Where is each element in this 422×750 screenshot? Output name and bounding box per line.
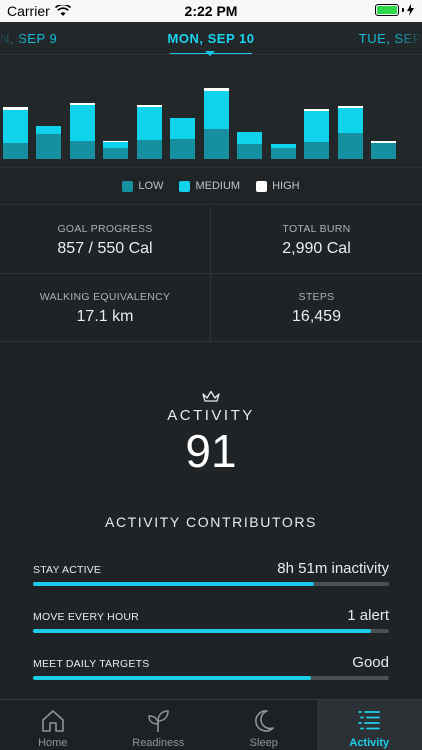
contributor-progress-track xyxy=(33,582,389,586)
contributor-progress-fill xyxy=(33,676,311,680)
chart-legend: LOW MEDIUM HIGH xyxy=(0,167,422,205)
chart-bar xyxy=(371,141,397,159)
chart-bar-segment-low xyxy=(36,134,62,159)
chart-bar-segment-medium xyxy=(304,111,330,142)
contributor-label: MOVE EVERY HOUR xyxy=(33,611,139,623)
tab-home[interactable]: Home xyxy=(0,700,106,750)
tab-sleep-label: Sleep xyxy=(249,737,278,749)
contributor-progress-track xyxy=(33,629,389,633)
chart-bar-segment-low xyxy=(3,143,28,159)
contributor-stay-active[interactable]: STAY ACTIVE 8h 51m inactivity xyxy=(33,556,389,586)
chart-bar xyxy=(3,107,28,159)
chart-bar xyxy=(136,105,162,159)
legend-low-swatch xyxy=(122,180,134,192)
chart-bar-segment-low xyxy=(237,144,263,159)
chart-bar xyxy=(69,103,95,159)
tab-readiness-label: Readiness xyxy=(132,737,185,749)
walking-equivalency-stat: WALKING EQUIVALENCY 17.1 km xyxy=(0,274,211,342)
chart-bar-segment-medium xyxy=(136,107,162,140)
chart-bar-segment-medium xyxy=(203,91,229,129)
chart-bar-segment-medium xyxy=(337,108,363,133)
contributor-value: Good xyxy=(352,654,389,671)
moon-icon xyxy=(254,710,274,732)
legend-medium-swatch xyxy=(179,180,191,192)
chart-bar-segment-medium xyxy=(237,132,263,144)
chart-bar xyxy=(36,126,62,159)
activity-list-icon xyxy=(358,711,381,730)
goal-progress-value: 857 / 550 Cal xyxy=(57,240,153,257)
total-burn-value: 2,990 Cal xyxy=(282,240,351,257)
chart-bar xyxy=(270,144,296,159)
activity-score: 91 xyxy=(185,425,237,477)
total-burn-label: TOTAL BURN xyxy=(282,223,351,235)
chart-bar xyxy=(203,88,229,159)
home-icon xyxy=(41,710,64,732)
legend-low: LOW xyxy=(122,180,163,192)
contributor-value: 8h 51m inactivity xyxy=(277,560,389,577)
clock: 2:22 PM xyxy=(184,3,238,19)
contributor-meet-daily-targets[interactable]: MEET DAILY TARGETS Good xyxy=(33,650,389,680)
contributor-value: 1 alert xyxy=(347,607,389,624)
total-burn-stat: TOTAL BURN 2,990 Cal xyxy=(211,206,422,274)
battery-icon xyxy=(375,4,399,16)
contributor-label: STAY ACTIVE xyxy=(33,564,102,576)
chart-bar xyxy=(103,141,129,159)
walking-equivalency-value: 17.1 km xyxy=(76,308,134,325)
chart-bar-segment-low xyxy=(103,148,129,159)
activity-chart xyxy=(0,56,422,167)
steps-label: STEPS xyxy=(298,291,335,303)
legend-high-swatch xyxy=(256,180,268,192)
tab-home-label: Home xyxy=(38,737,68,749)
chart-bar-segment-low xyxy=(69,141,95,159)
chart-bar-segment-low xyxy=(337,133,363,159)
chart-bar-segment-medium xyxy=(3,110,28,143)
chart-bar-segment-low xyxy=(371,143,397,159)
steps-stat: STEPS 16,459 xyxy=(211,274,422,342)
chart-bar xyxy=(170,118,196,159)
chart-bar xyxy=(304,109,330,159)
contributors-title: ACTIVITY CONTRIBUTORS xyxy=(105,514,317,530)
contributor-progress-track xyxy=(33,676,389,680)
tab-activity[interactable]: Activity xyxy=(316,700,422,750)
chart-bar xyxy=(237,132,263,159)
contributor-progress-fill xyxy=(33,582,315,586)
chart-bar-segment-low xyxy=(170,139,196,159)
sprout-icon xyxy=(148,710,170,732)
crown-icon xyxy=(202,390,220,402)
stats-grid: GOAL PROGRESS 857 / 550 Cal TOTAL BURN 2… xyxy=(0,206,422,342)
chart-bar-segment-low xyxy=(203,129,229,159)
chart-bar-segment-medium xyxy=(36,126,62,134)
chart-bar-segment-medium xyxy=(69,105,95,141)
contributor-label: MEET DAILY TARGETS xyxy=(33,658,150,670)
legend-high: HIGH xyxy=(256,180,300,192)
goal-progress-label: GOAL PROGRESS xyxy=(57,223,153,235)
chart-bar-segment-low xyxy=(270,148,296,159)
chart-bar-segment-medium xyxy=(170,118,196,139)
tab-sleep[interactable]: Sleep xyxy=(211,700,317,750)
contributor-progress-fill xyxy=(33,629,372,633)
tab-activity-label: Activity xyxy=(349,737,390,749)
tab-readiness[interactable]: Readiness xyxy=(106,700,212,750)
walking-equivalency-label: WALKING EQUIVALENCY xyxy=(39,291,171,303)
legend-medium: MEDIUM xyxy=(179,180,240,192)
contributor-move-every-hour[interactable]: MOVE EVERY HOUR 1 alert xyxy=(33,603,389,633)
legend-high-label: HIGH xyxy=(272,180,300,192)
chart-bar-segment-low xyxy=(136,140,162,159)
date-next[interactable]: TUE, SEP xyxy=(359,31,422,46)
chart-bar xyxy=(337,106,363,159)
status-bar: Carrier 2:22 PM xyxy=(0,0,422,22)
goal-progress-stat: GOAL PROGRESS 857 / 550 Cal xyxy=(0,206,211,274)
charging-icon xyxy=(407,4,414,16)
legend-low-label: LOW xyxy=(138,180,164,192)
activity-title: ACTIVITY xyxy=(167,407,255,424)
steps-value: 16,459 xyxy=(292,308,341,325)
tab-bar: Home Readiness Sleep Activity xyxy=(0,699,422,750)
chart-bar-segment-low xyxy=(304,142,330,159)
legend-medium-label: MEDIUM xyxy=(195,180,241,192)
